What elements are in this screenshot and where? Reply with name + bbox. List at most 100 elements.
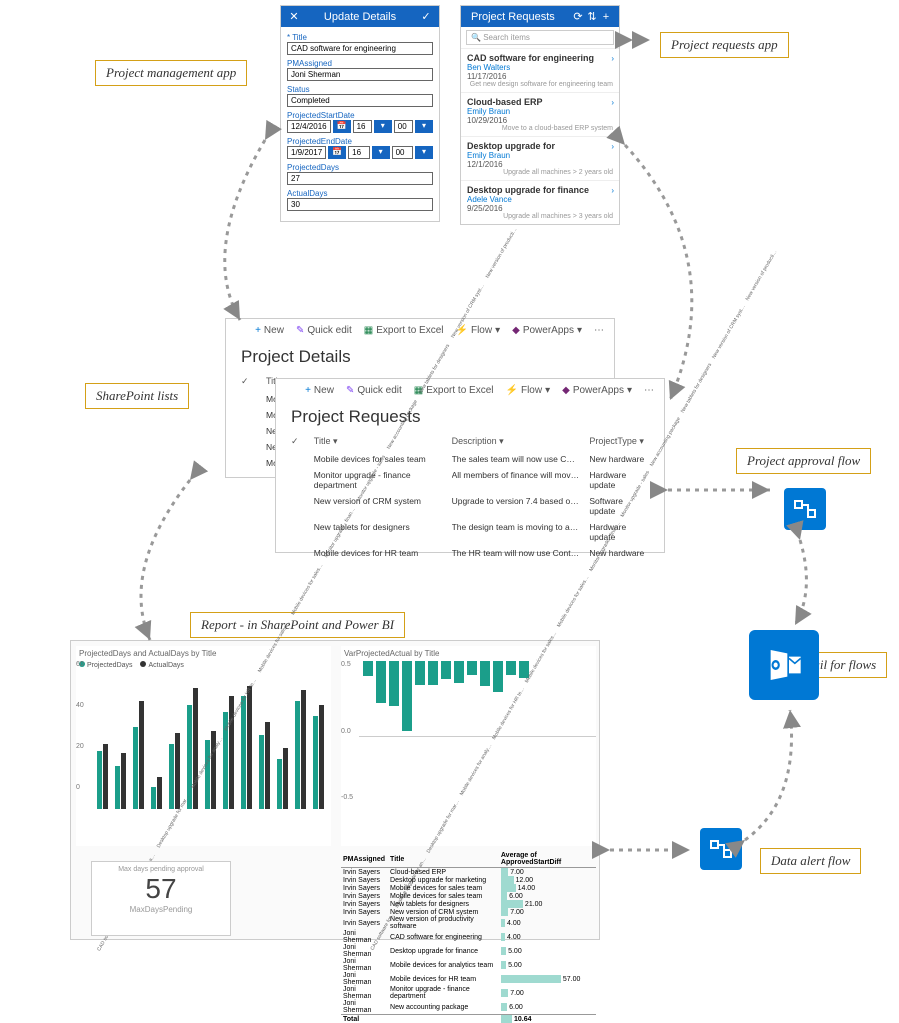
update-details-app: ✕ Update Details ✓ * Title CAD software … xyxy=(280,5,440,222)
minute-input[interactable]: 00 xyxy=(394,120,413,133)
list-item[interactable]: › Desktop upgrade for Emily Braun 12/1/2… xyxy=(461,136,619,180)
projected-days-input[interactable]: 27 xyxy=(287,172,433,185)
hour-input[interactable]: 16 xyxy=(353,120,372,133)
col-type[interactable]: ProjectType ▾ xyxy=(589,436,649,447)
export-button[interactable]: ▦Export to Excel xyxy=(364,325,444,336)
quick-edit-button[interactable]: ✎Quick edit xyxy=(296,325,352,336)
titlebar-text: Update Details xyxy=(301,11,419,23)
item-title: CAD software for engineering xyxy=(467,53,613,63)
actual-days-input[interactable]: 30 xyxy=(287,198,433,211)
field-label: ActualDays xyxy=(287,189,433,198)
field-label: PMAssigned xyxy=(287,59,433,68)
toolbar: +New ✎Quick edit ▦Export to Excel ⚡Flow … xyxy=(226,319,614,342)
item-desc: Get new design software for engineering … xyxy=(467,81,613,88)
label-pm-app: Project management app xyxy=(95,60,247,86)
chevron-down-icon[interactable]: ▾ xyxy=(415,146,433,159)
chevron-right-icon[interactable]: › xyxy=(611,54,614,63)
item-date: 11/17/2016 xyxy=(467,72,613,81)
item-person: Ben Walters xyxy=(467,63,613,72)
field-label: * Title xyxy=(287,33,433,42)
flow-icon-approval[interactable] xyxy=(784,488,826,530)
item-desc: Upgrade all machines > 3 years old xyxy=(467,213,613,220)
quick-edit-button[interactable]: ✎Quick edit xyxy=(346,385,402,396)
chevron-down-icon[interactable]: ▾ xyxy=(372,146,390,159)
chevron-right-icon[interactable]: › xyxy=(611,142,614,151)
start-date-input[interactable]: 12/4/2016 xyxy=(287,120,331,133)
card-label: Max days pending approval xyxy=(92,862,230,873)
flow-button[interactable]: ⚡Flow ▾ xyxy=(506,385,551,396)
chevron-down-icon[interactable]: ▾ xyxy=(374,120,392,133)
powerapps-button[interactable]: ◆PowerApps ▾ xyxy=(512,325,582,336)
table-row[interactable]: Mobile devices for sales teamThe sales t… xyxy=(276,451,664,467)
col-desc[interactable]: Description ▾ xyxy=(452,436,580,447)
field-label: ProjectedDays xyxy=(287,163,433,172)
label-sp-lists: SharePoint lists xyxy=(85,383,189,409)
chevron-down-icon[interactable]: ▾ xyxy=(415,120,433,133)
label-alert: Data alert flow xyxy=(760,848,861,874)
calendar-icon[interactable]: 📅 xyxy=(328,146,346,159)
title-input[interactable]: CAD software for engineering xyxy=(287,42,433,55)
pm-input[interactable]: Joni Sherman xyxy=(287,68,433,81)
chart-title: VarProjectedActual by Title xyxy=(341,646,596,661)
item-desc: Move to a cloud-based ERP system xyxy=(467,125,613,132)
list-heading: Project Requests xyxy=(276,402,664,432)
sort-icon[interactable]: ⇅ xyxy=(585,10,599,23)
chart-legend: ProjectedDays ActualDays xyxy=(76,661,331,669)
card-value: 57 xyxy=(92,873,230,905)
item-title: Cloud-based ERP xyxy=(467,97,613,107)
item-person: Adele Vance xyxy=(467,195,613,204)
more-icon[interactable]: ⋯ xyxy=(594,325,604,336)
minute-input[interactable]: 00 xyxy=(392,146,413,159)
check-icon[interactable]: ✓ xyxy=(419,10,433,23)
calendar-icon[interactable]: 📅 xyxy=(333,120,351,133)
card-sub: MaxDaysPending xyxy=(92,905,230,914)
titlebar: ✕ Update Details ✓ xyxy=(281,6,439,27)
list-item[interactable]: › Cloud-based ERP Emily Braun 10/29/2016… xyxy=(461,92,619,136)
chart-projected-actual: ProjectedDays and ActualDays by Title Pr… xyxy=(76,646,331,846)
item-desc: Upgrade all machines > 2 years old xyxy=(467,169,613,176)
new-button[interactable]: +New xyxy=(255,325,284,336)
chart-title: ProjectedDays and ActualDays by Title xyxy=(76,646,331,661)
flow-icon-alert[interactable] xyxy=(700,828,742,870)
status-input[interactable]: Completed xyxy=(287,94,433,107)
list-item[interactable]: › CAD software for engineering Ben Walte… xyxy=(461,48,619,92)
label-pr-app: Project requests app xyxy=(660,32,789,58)
powerapps-button[interactable]: ◆PowerApps ▾ xyxy=(562,385,632,396)
col-title[interactable]: Title ▾ xyxy=(314,436,442,447)
item-person: Emily Braun xyxy=(467,107,613,116)
powerbi-report: ProjectedDays and ActualDays by Title Pr… xyxy=(70,640,600,940)
kpi-card: Max days pending approval 57 MaxDaysPend… xyxy=(91,861,231,936)
outlook-icon[interactable] xyxy=(749,630,819,700)
end-date-input[interactable]: 1/9/2017 xyxy=(287,146,326,159)
item-person: Emily Braun xyxy=(467,151,613,160)
project-requests-app: Project Requests ⟳ ⇅ + 🔍 Search items › … xyxy=(460,5,620,225)
list-heading: Project Details xyxy=(226,342,614,372)
refresh-icon[interactable]: ⟳ xyxy=(571,10,585,23)
item-date: 10/29/2016 xyxy=(467,116,613,125)
label-report: Report - in SharePoint and Power BI xyxy=(190,612,405,638)
item-title: Desktop upgrade for finance xyxy=(467,185,613,195)
add-icon[interactable]: + xyxy=(599,11,613,23)
new-button[interactable]: +New xyxy=(305,385,334,396)
report-table: PMAssignedTitleAverage of ApprovedStartD… xyxy=(341,851,596,1023)
titlebar-text: Project Requests xyxy=(467,11,571,23)
field-label: Status xyxy=(287,85,433,94)
more-icon[interactable]: ⋯ xyxy=(644,385,654,396)
toolbar: +New ✎Quick edit ▦Export to Excel ⚡Flow … xyxy=(276,379,664,402)
hour-input[interactable]: 16 xyxy=(348,146,369,159)
list-item[interactable]: › Desktop upgrade for finance Adele Vanc… xyxy=(461,180,619,224)
search-input[interactable]: 🔍 Search items xyxy=(466,30,614,45)
chart-variance: VarProjectedActual by Title 0.50.0-0.5 C… xyxy=(341,646,596,846)
table-row[interactable]: New version of CRM systemUpgrade to vers… xyxy=(276,493,664,519)
label-approval: Project approval flow xyxy=(736,448,871,474)
chevron-right-icon[interactable]: › xyxy=(611,186,614,195)
item-title: Desktop upgrade for xyxy=(467,141,613,151)
table-row[interactable]: Monitor upgrade - finance departmentAll … xyxy=(276,467,664,493)
item-date: 9/25/2016 xyxy=(467,204,613,213)
field-label: ProjectedStartDate xyxy=(287,111,433,120)
close-icon[interactable]: ✕ xyxy=(287,10,301,23)
item-date: 12/1/2016 xyxy=(467,160,613,169)
sp-project-requests: +New ✎Quick edit ▦Export to Excel ⚡Flow … xyxy=(275,378,665,553)
chevron-right-icon[interactable]: › xyxy=(611,98,614,107)
titlebar: Project Requests ⟳ ⇅ + xyxy=(461,6,619,27)
